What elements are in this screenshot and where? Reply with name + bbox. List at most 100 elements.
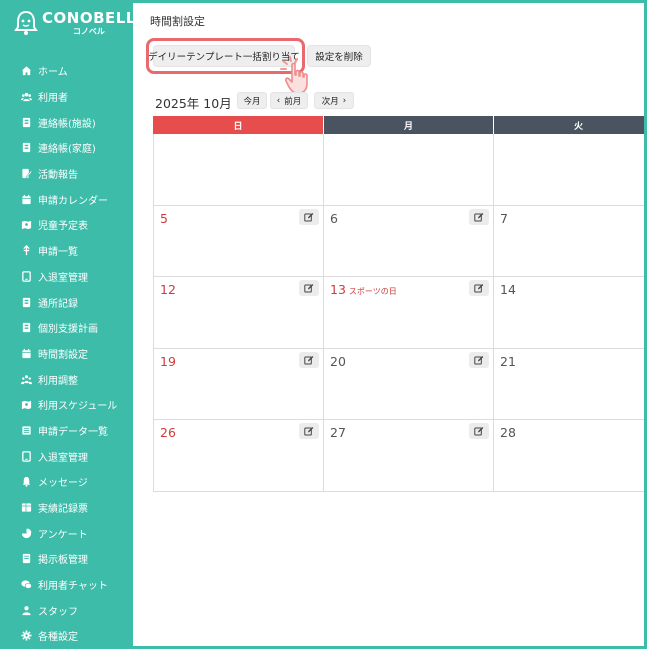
- logo-text: CONOBELL: [42, 8, 136, 27]
- calendar-day-cell[interactable]: 5: [153, 205, 324, 277]
- gear-icon: [21, 630, 32, 642]
- chat-icon: [21, 580, 32, 589]
- sidebar-nav: ホーム 利用者連絡帳(施設) 連絡帳(家庭) 活動報告 申請カレンダー児童予定表申請一覧…: [0, 58, 133, 649]
- sidebar-item-18[interactable]: アンケート: [0, 520, 133, 546]
- sidebar-item-7[interactable]: 申請一覧: [0, 238, 133, 264]
- sidebar-item-11[interactable]: 時間割設定: [0, 341, 133, 367]
- notebook-icon: [22, 143, 31, 153]
- edit-icon: [304, 355, 314, 364]
- current-month-label: 2025年 10月: [155, 96, 232, 111]
- calendar-day-cell[interactable]: 7: [494, 206, 644, 277]
- calendar-header: 日 月 火: [153, 116, 644, 134]
- tablet-icon: [22, 450, 31, 462]
- day-number-text: 6: [330, 210, 338, 226]
- day-number-text: 13: [330, 282, 346, 297]
- logo[interactable]: CONOBELL コノベル: [14, 10, 136, 36]
- sidebar-item-9[interactable]: 通所記録: [0, 289, 133, 315]
- previous-month-label: 前月: [284, 96, 302, 107]
- day-number-text: 26: [160, 425, 176, 440]
- sidebar-item-label: メッセージ: [38, 478, 88, 490]
- calendar-day-cell[interactable]: 21: [494, 349, 644, 420]
- sidebar-item-label: 個別支援計画: [38, 324, 98, 336]
- day-number: 13 スポーツの日: [330, 282, 397, 297]
- sidebar-item-15[interactable]: 入退室管理: [0, 443, 133, 469]
- home-icon: [21, 66, 32, 76]
- sidebar-item-8[interactable]: 入退室管理: [0, 264, 133, 290]
- sidebar-item-19[interactable]: 掲示板管理: [0, 546, 133, 572]
- report-icon: [22, 169, 32, 179]
- sidebar-item-20[interactable]: 利用者チャット: [0, 572, 133, 598]
- calendar-day-cell[interactable]: 14: [494, 277, 644, 349]
- calendar-day-cell[interactable]: 26: [153, 420, 324, 492]
- sidebar-item-1[interactable]: 利用者: [0, 84, 133, 110]
- sidebar-item-label: 入退室管理: [38, 272, 88, 284]
- day-number: 12: [160, 282, 176, 297]
- calendar-day-cell[interactable]: 13 スポーツの日: [324, 277, 494, 349]
- sidebar-item-6[interactable]: 児童予定表: [0, 212, 133, 238]
- sidebar-item-label: 連絡帳(家庭): [38, 144, 96, 156]
- calendar-day-cell[interactable]: 27: [324, 420, 494, 492]
- day-number-text: 14: [500, 282, 516, 297]
- edit-day-button[interactable]: [299, 280, 319, 296]
- schedule-icon: [21, 401, 32, 410]
- chevron-right-icon: ›: [342, 95, 347, 106]
- calendar-week-row: 19 20 21: [153, 348, 644, 420]
- calendar-day-cell[interactable]: 12: [153, 277, 324, 349]
- next-month-button[interactable]: 次月 ›: [314, 92, 354, 109]
- sidebar-item-12[interactable]: 利用調整: [0, 366, 133, 392]
- edit-icon: [304, 427, 314, 436]
- edit-day-button[interactable]: [299, 351, 319, 368]
- previous-month-button[interactable]: ‹ 前月: [270, 92, 308, 109]
- calendar-day-cell[interactable]: 19: [153, 348, 324, 420]
- sidebar-item-13[interactable]: 利用スケジュール: [0, 392, 133, 418]
- schedule-icon: [21, 221, 32, 230]
- edit-day-button[interactable]: [299, 208, 319, 225]
- sidebar-item-16[interactable]: メッセージ: [0, 469, 133, 495]
- sidebar-item-label: 申請一覧: [38, 247, 78, 259]
- sidebar-item-label: 連絡帳(施設): [38, 118, 96, 130]
- sidebar-item-label: 利用調整: [38, 375, 78, 387]
- sidebar-item-label: 時間割設定: [38, 349, 88, 361]
- sidebar-item-2[interactable]: 連絡帳(施設): [0, 109, 133, 135]
- calendar-day-cell[interactable]: 20: [324, 348, 494, 420]
- sidebar-item-17[interactable]: 実績記録票: [0, 495, 133, 521]
- next-month-label: 次月: [321, 96, 339, 107]
- list-icon: [22, 426, 31, 435]
- pie-icon: [21, 528, 32, 538]
- sidebar-item-21[interactable]: スタッフ: [0, 597, 133, 623]
- edit-day-button[interactable]: [469, 423, 489, 439]
- calendar-day-cell[interactable]: 28: [494, 420, 644, 492]
- sidebar-item-0[interactable]: ホーム: [0, 58, 133, 84]
- sidebar-item-3[interactable]: 連絡帳(家庭): [0, 135, 133, 161]
- edit-day-button[interactable]: [299, 423, 319, 439]
- sidebar-item-label: アンケート: [38, 529, 88, 541]
- delete-settings-button[interactable]: 設定を削除: [307, 45, 371, 67]
- sidebar-item-4[interactable]: 活動報告: [0, 161, 133, 187]
- edit-day-button[interactable]: [469, 280, 489, 296]
- day-number-text: 12: [160, 282, 176, 297]
- sidebar-item-label: 申請データ一覧: [38, 426, 108, 438]
- day-number: 14: [500, 282, 516, 297]
- header-sunday: 日: [153, 116, 324, 134]
- sidebar-item-label: 児童予定表: [38, 221, 88, 233]
- sidebar: CONOBELL コノベル ホーム 利用者 連絡帳(施設) 連絡帳(家庭) 活動報告 申請…: [0, 0, 136, 649]
- sidebar-item-5[interactable]: 申請カレンダー: [0, 186, 133, 212]
- edit-icon: [474, 212, 484, 221]
- holiday-label: スポーツの日: [348, 287, 397, 296]
- record-icon: [21, 503, 32, 512]
- sidebar-item-22[interactable]: 各種設定: [0, 623, 133, 649]
- day-number: 28: [500, 425, 516, 440]
- notebook-icon: [22, 297, 31, 307]
- pointer-hand-icon: [280, 56, 308, 94]
- calendar-day-cell[interactable]: 6: [324, 205, 494, 277]
- sidebar-item-10[interactable]: 個別支援計画: [0, 315, 133, 341]
- this-month-button[interactable]: 今月: [237, 92, 267, 109]
- sidebar-item-label: 各種設定: [38, 632, 78, 644]
- edit-day-button[interactable]: [469, 351, 489, 368]
- edit-day-button[interactable]: [469, 208, 489, 225]
- calendar-grid: 日 月 火 5 6 7 12 13 スポーツの日 14 19 20 21 26 27 28: [153, 116, 644, 492]
- edit-icon: [474, 355, 484, 364]
- sidebar-item-14[interactable]: 申請データ一覧: [0, 418, 133, 444]
- notebook-icon: [22, 117, 31, 127]
- users-icon: [21, 92, 32, 102]
